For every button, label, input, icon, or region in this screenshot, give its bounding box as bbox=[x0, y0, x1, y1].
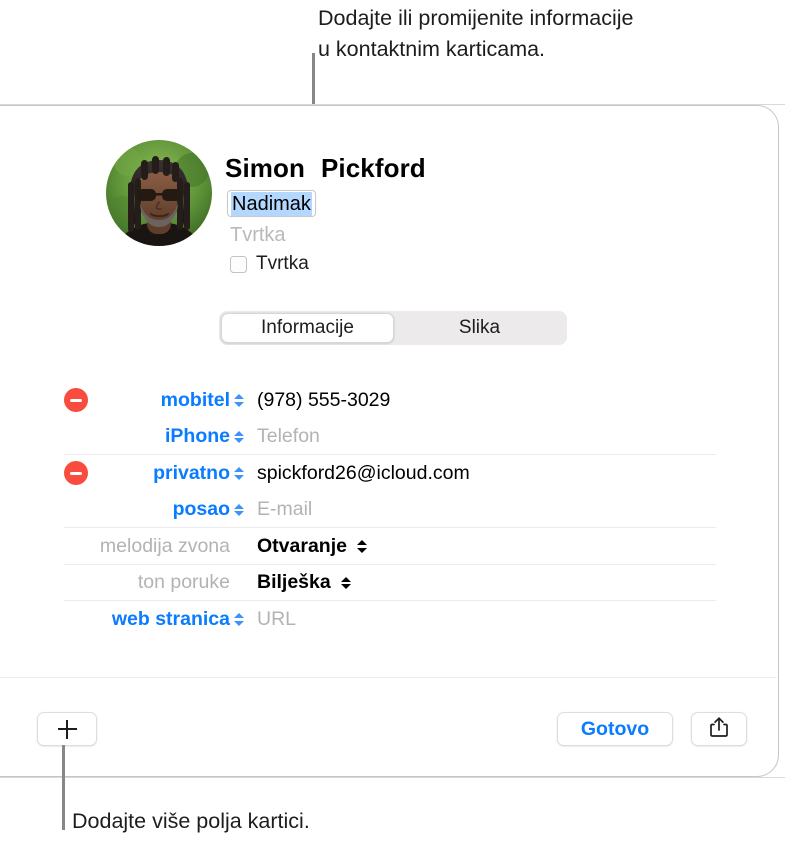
chevron-up-icon bbox=[356, 540, 367, 546]
field-label[interactable]: privatno bbox=[153, 462, 230, 485]
remove-field-icon[interactable] bbox=[64, 461, 88, 486]
chevron-down-icon bbox=[233, 474, 244, 480]
label-stepper-icon[interactable] bbox=[233, 463, 244, 483]
field-label[interactable]: iPhone bbox=[165, 425, 230, 448]
minus-glyph bbox=[70, 398, 82, 402]
nickname-field[interactable]: Nadimak bbox=[227, 190, 316, 217]
chevron-down-icon bbox=[233, 511, 244, 516]
callout-text-top: Dodajte ili promijenite informacije u ko… bbox=[318, 6, 634, 61]
field-row: posao E-mail bbox=[0, 492, 778, 528]
label-stepper-icon[interactable] bbox=[233, 390, 244, 410]
tab-bar: Informacije Slika bbox=[219, 311, 567, 345]
value-stepper-icon[interactable] bbox=[340, 573, 351, 593]
company-field[interactable]: Tvrtka bbox=[230, 224, 286, 247]
chevron-up-icon bbox=[233, 613, 244, 618]
field-value[interactable]: URL bbox=[257, 608, 296, 631]
chevron-up-icon bbox=[233, 430, 244, 436]
callout-text-bottom: Dodajte više polja kartici. bbox=[72, 809, 310, 833]
field-value[interactable]: (978) 555-3029 bbox=[257, 389, 390, 412]
field-label[interactable]: posao bbox=[173, 498, 230, 521]
add-field-button[interactable] bbox=[37, 712, 97, 746]
field-row: privatno spickford26@icloud.com bbox=[0, 455, 778, 492]
chevron-down-icon bbox=[233, 620, 244, 626]
nickname-value: Nadimak bbox=[231, 191, 312, 216]
field-label: melodija zvona bbox=[99, 534, 230, 557]
remove-field-icon[interactable] bbox=[64, 388, 88, 413]
label-stepper-icon[interactable] bbox=[233, 500, 244, 520]
contact-name: Simon Pickford bbox=[225, 153, 426, 184]
minus-glyph bbox=[70, 471, 82, 475]
field-row: mobitel (978) 555-3029 bbox=[0, 382, 778, 419]
field-value[interactable]: Bilješka bbox=[257, 571, 331, 594]
company-checkbox-label: Tvrtka bbox=[256, 253, 309, 274]
share-button[interactable] bbox=[691, 712, 747, 746]
chevron-down-icon bbox=[233, 438, 244, 443]
share-icon bbox=[709, 716, 729, 743]
chevron-up-icon bbox=[340, 576, 351, 582]
field-value[interactable]: spickford26@icloud.com bbox=[257, 462, 470, 485]
callout-leader-bottom bbox=[62, 745, 65, 830]
field-value[interactable]: Telefon bbox=[257, 425, 320, 448]
field-label: ton poruke bbox=[137, 571, 230, 594]
chevron-up-icon bbox=[233, 503, 244, 509]
field-label[interactable]: mobitel bbox=[161, 389, 230, 412]
card-toolbar: Gotovo bbox=[0, 678, 778, 777]
tab-informacije[interactable]: Informacije bbox=[221, 313, 394, 343]
field-list: mobitel (978) 555-3029 iPhone Telefon privat… bbox=[0, 382, 778, 638]
plus-icon bbox=[57, 719, 77, 739]
avatar[interactable] bbox=[106, 140, 212, 246]
chevron-down-icon bbox=[233, 401, 244, 407]
chevron-down-icon bbox=[356, 547, 367, 553]
company-checkbox-row[interactable]: Tvrtka bbox=[230, 253, 309, 275]
tab-slika[interactable]: Slika bbox=[394, 313, 565, 343]
contact-card: Simon Pickford Nadimak Tvrtka Tvrtka Info… bbox=[0, 105, 779, 777]
label-stepper-icon[interactable] bbox=[233, 427, 244, 447]
first-name-field[interactable]: Simon bbox=[225, 153, 305, 183]
field-row: iPhone Telefon bbox=[0, 419, 778, 455]
done-button[interactable]: Gotovo bbox=[557, 712, 673, 746]
field-row: melodija zvona Otvaranje bbox=[0, 528, 778, 565]
field-value[interactable]: Otvaranje bbox=[257, 535, 347, 558]
chevron-down-icon bbox=[340, 584, 351, 590]
chevron-up-icon bbox=[233, 394, 244, 399]
last-name-field[interactable]: Pickford bbox=[321, 153, 426, 183]
field-label[interactable]: web stranica bbox=[112, 608, 230, 631]
chevron-up-icon bbox=[233, 467, 244, 472]
field-row: ton poruke Bilješka bbox=[0, 565, 778, 601]
field-value[interactable]: E-mail bbox=[257, 498, 312, 521]
page-divider-bottom bbox=[0, 777, 785, 778]
value-stepper-icon[interactable] bbox=[356, 537, 367, 557]
label-stepper-icon[interactable] bbox=[233, 609, 244, 629]
field-row: web stranica URL bbox=[0, 601, 778, 638]
company-checkbox[interactable] bbox=[230, 255, 247, 273]
